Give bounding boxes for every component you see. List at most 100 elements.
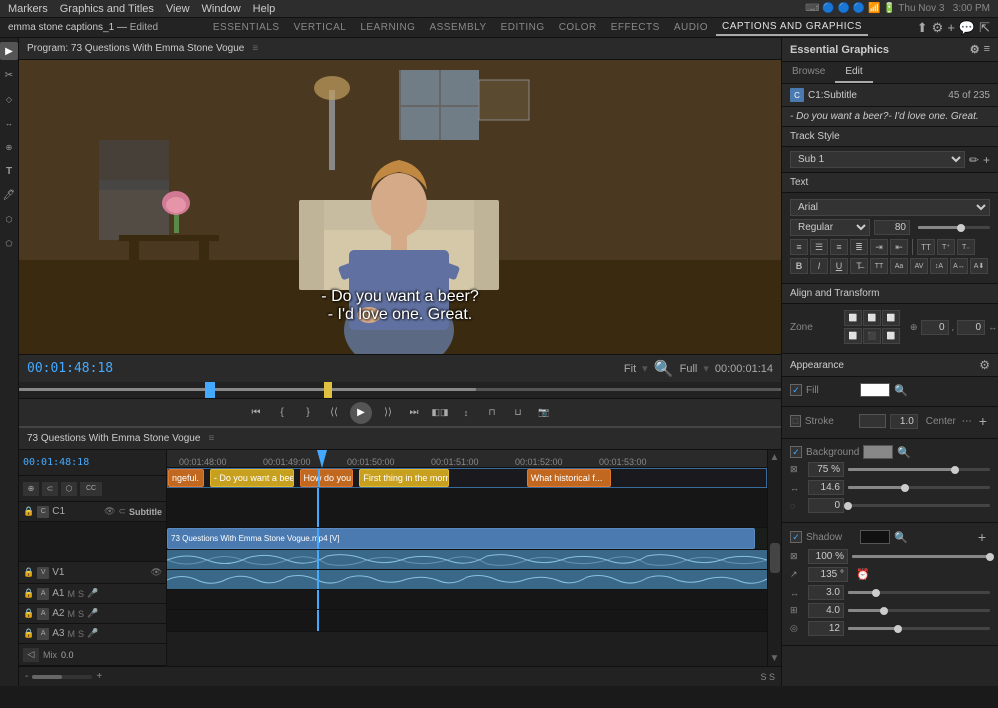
bg-size-slider[interactable] <box>848 486 990 489</box>
timeline-magnet-btn[interactable]: ⊂ <box>42 482 58 496</box>
shadow-blur-slider[interactable] <box>848 627 990 630</box>
timeline-tracks-area[interactable]: 00:01:48:00 00:01:49:00 00:01:50:00 00:0… <box>167 450 767 666</box>
track-a2-mic[interactable]: 🎤 <box>87 608 98 619</box>
stroke-expand-icon[interactable]: ⋯ <box>962 416 972 427</box>
shadow-add-btn[interactable]: + <box>974 529 990 545</box>
track-v1-eye[interactable]: 👁 <box>151 567 162 578</box>
prev-edit-btn[interactable]: ⟨⟨ <box>324 404 344 422</box>
add-panel-icon[interactable]: + <box>947 20 955 35</box>
align-center-btn[interactable]: ☰ <box>810 239 828 255</box>
track-a1-m[interactable]: M <box>67 589 75 599</box>
tool-slip[interactable]: ↔ <box>0 114 18 132</box>
bg-color-swatch[interactable] <box>863 445 893 459</box>
font-size-input[interactable] <box>874 220 910 235</box>
shadow-clock-icon[interactable]: ⏰ <box>856 568 870 581</box>
zone-tl-btn[interactable]: ⬜ <box>844 310 862 326</box>
font-size-handle[interactable] <box>957 224 965 232</box>
tab-captions-graphics[interactable]: CAPTIONS AND GRAPHICS <box>716 19 868 36</box>
mark-out-btn[interactable]: } <box>298 404 318 422</box>
track-sync-icon[interactable]: ⊂ <box>118 506 126 517</box>
shadow-color-swatch[interactable] <box>860 530 890 544</box>
tab-editing[interactable]: EDITING <box>495 20 551 35</box>
bg-corner-input[interactable] <box>808 498 844 513</box>
stroke-color-swatch[interactable] <box>859 414 886 428</box>
tool-zoom[interactable]: ⊕ <box>0 138 18 156</box>
scrub-bar[interactable] <box>19 382 781 398</box>
zoom-icon[interactable]: 🔍 <box>654 359 674 379</box>
shadow-size-input[interactable] <box>808 603 844 618</box>
clip-do-you-want[interactable]: - Do you want a beer?- I'd love... <box>210 469 294 487</box>
zone-bl-btn[interactable]: ⬜ <box>844 328 862 344</box>
step-fwd-btn[interactable]: ⏭ <box>404 404 424 422</box>
shadow-eyedropper-icon[interactable]: 🔍 <box>894 531 908 544</box>
menu-help[interactable]: Help <box>253 3 276 15</box>
menu-view[interactable]: View <box>166 3 190 15</box>
shadow-opacity-handle[interactable] <box>986 553 994 561</box>
subscript-btn[interactable]: T₋ <box>957 239 975 255</box>
settings-icon[interactable]: ⚙ <box>932 20 944 36</box>
shadow-dist-input[interactable] <box>808 585 844 600</box>
bg-opacity-handle[interactable] <box>951 466 959 474</box>
tab-color[interactable]: COLOR <box>553 20 603 35</box>
align-justify-btn[interactable]: ≣ <box>850 239 868 255</box>
font-style-select[interactable]: Regular <box>790 219 870 236</box>
audio-track-a3[interactable] <box>167 590 767 610</box>
zone-br-btn[interactable]: ⬜ <box>882 328 900 344</box>
edit-tab[interactable]: Edit <box>835 62 872 83</box>
track-a2-m[interactable]: M <box>67 609 75 619</box>
export-frame-btn[interactable]: 📷 <box>534 404 554 422</box>
font-family-select[interactable]: Arial <box>790 199 990 216</box>
zone-tc-btn[interactable]: ⬜ <box>863 310 881 326</box>
fill-eyedropper-icon[interactable]: 🔍 <box>894 384 908 397</box>
mark-in-btn[interactable]: { <box>272 404 292 422</box>
appearance-settings-icon[interactable]: ⚙ <box>979 358 990 372</box>
tab-effects[interactable]: EFFECTS <box>605 20 666 35</box>
italic-btn[interactable]: I <box>810 258 828 274</box>
timeline-menu-icon[interactable]: ≡ <box>208 433 214 444</box>
track-v1-lock[interactable]: 🔒 <box>23 567 34 578</box>
tool-shape[interactable]: ⬡ <box>0 210 18 228</box>
strikethrough-btn[interactable]: T̶ <box>850 258 868 274</box>
subtitle-track[interactable]: ngeful. - Do you want a beer?- I'd love.… <box>167 468 767 488</box>
timeline-link-btn[interactable]: ⬡ <box>61 482 77 496</box>
bg-size-input[interactable] <box>808 480 844 495</box>
next-edit-btn[interactable]: ⟩⟩ <box>378 404 398 422</box>
export-icon[interactable]: ⬆ <box>917 20 928 36</box>
clip-what-historical[interactable]: What historical f... <box>527 469 611 487</box>
track-eye-icon[interactable]: 👁 <box>104 506 115 517</box>
shadow-blur-handle[interactable] <box>894 625 902 633</box>
scroll-up-btn[interactable]: ▲ <box>770 452 780 463</box>
stroke-checkbox[interactable]: □ <box>790 415 801 427</box>
zone-tr-btn[interactable]: ⬜ <box>882 310 900 326</box>
clip-how-do-you[interactable]: How do you like... <box>300 469 354 487</box>
zoom-in-icon[interactable]: + <box>96 671 102 682</box>
panel-menu-icon[interactable]: ≡ <box>984 43 990 56</box>
tab-vertical[interactable]: VERTICAL <box>288 20 353 35</box>
bg-corner-slider[interactable] <box>848 504 990 507</box>
tool-text[interactable]: T <box>0 162 18 180</box>
clip-first-thing[interactable]: First thing in the morn... <box>359 469 449 487</box>
outdent-btn[interactable]: ⇤ <box>890 239 908 255</box>
kerning-btn[interactable]: AV <box>910 258 928 274</box>
track-a3-s[interactable]: S <box>78 629 84 639</box>
mix-prev-btn[interactable]: ◁ <box>23 648 39 662</box>
shadow-checkbox[interactable]: ✓ <box>790 531 802 543</box>
tracking-btn[interactable]: A↔ <box>950 258 968 274</box>
expand-icon[interactable]: ⇱ <box>979 20 990 36</box>
shadow-size-slider[interactable] <box>848 609 990 612</box>
shadow-size-handle[interactable] <box>880 607 888 615</box>
track-a2-lock[interactable]: 🔒 <box>23 608 34 619</box>
audio-track-a1[interactable] <box>167 550 767 570</box>
menu-graphics-titles[interactable]: Graphics and Titles <box>60 3 154 15</box>
tool-pen[interactable]: 🖊 <box>0 186 18 204</box>
align-right-btn[interactable]: ≡ <box>830 239 848 255</box>
bold-btn[interactable]: B <box>790 258 808 274</box>
align-left-btn[interactable]: ≡ <box>790 239 808 255</box>
insert-btn[interactable]: ↕ <box>456 404 476 422</box>
indent-btn[interactable]: ⇥ <box>870 239 888 255</box>
superscript-btn[interactable]: T⁺ <box>937 239 955 255</box>
stroke-width-input[interactable] <box>890 414 918 429</box>
scroll-thumb[interactable] <box>770 543 780 573</box>
shadow-opacity-input[interactable] <box>808 549 848 564</box>
step-back-btn[interactable]: ⏮ <box>246 404 266 422</box>
